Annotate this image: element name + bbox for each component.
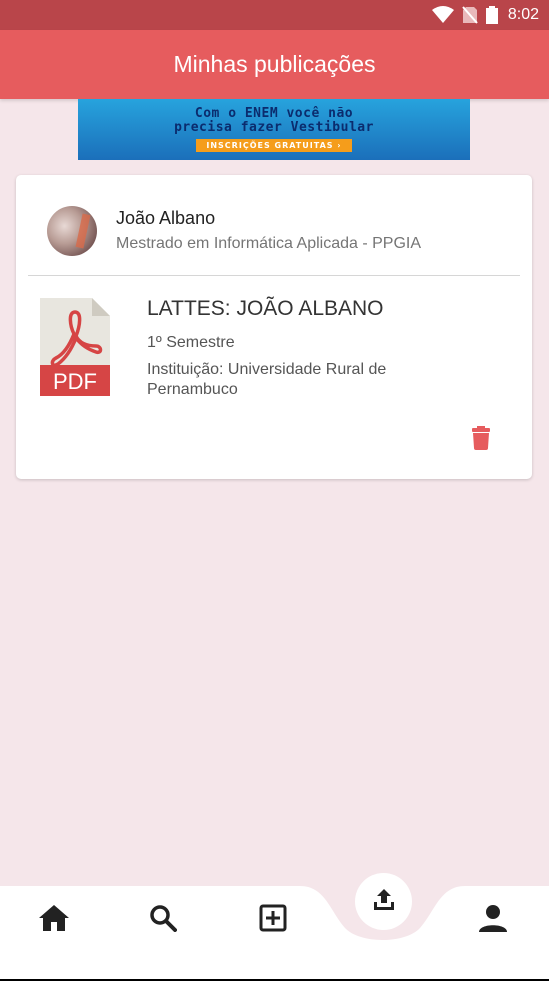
status-time: 8:02	[507, 6, 539, 23]
divider	[28, 275, 520, 276]
page-title: Minhas publicações	[173, 51, 376, 77]
user-course: Mestrado em Informática Aplicada - PPGIA	[116, 235, 422, 252]
upload-icon	[372, 887, 396, 916]
home-icon[interactable]	[32, 896, 76, 940]
ad-line-1: Com o ENEM você não	[194, 106, 354, 121]
person-icon[interactable]	[471, 896, 515, 940]
publication-institution: Instituição: Universidade Rural de Perna…	[147, 361, 387, 398]
no-sim-icon	[462, 6, 478, 24]
wifi-icon	[431, 6, 454, 24]
status-bar: 8:02	[0, 0, 549, 30]
search-icon[interactable]	[141, 896, 185, 940]
app-bar: Minhas publicações	[0, 30, 549, 99]
upload-button[interactable]	[355, 873, 412, 930]
ad-line-2: precisa fazer Vestibular	[174, 120, 374, 135]
add-box-icon[interactable]	[251, 896, 295, 940]
publication-card: João Albano Mestrado em Informática Apli…	[16, 175, 532, 479]
bottom-navigation	[0, 886, 549, 981]
publication-title[interactable]: LATTES: JOÃO ALBANO	[147, 297, 384, 321]
battery-icon	[485, 6, 498, 24]
user-name: João Albano	[116, 208, 216, 228]
svg-text:PDF: PDF	[53, 369, 97, 394]
avatar[interactable]	[47, 206, 97, 256]
delete-icon[interactable]	[470, 426, 492, 450]
ad-cta-button[interactable]: INSCRIÇÕES GRATUITAS ›	[196, 139, 352, 152]
publication-semester: 1º Semestre	[147, 334, 235, 351]
pdf-file-icon[interactable]: PDF	[40, 298, 110, 396]
ad-banner[interactable]: Com o ENEM você não precisa fazer Vestib…	[78, 99, 470, 160]
